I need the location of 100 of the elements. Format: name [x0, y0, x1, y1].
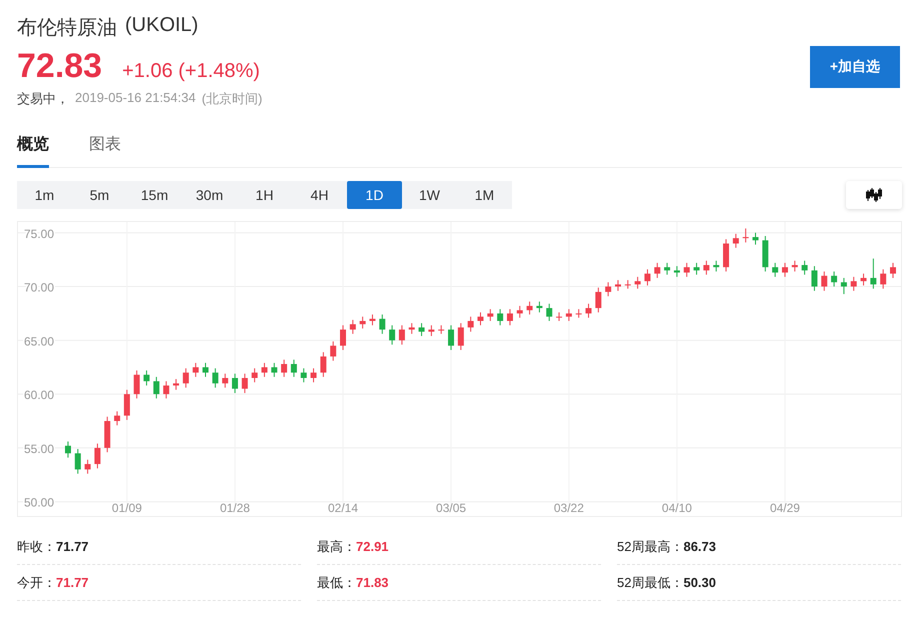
candle — [762, 235, 768, 272]
x-axis-label: 03/05 — [436, 501, 466, 515]
y-axis-label: 70.00 — [24, 280, 54, 295]
candle — [281, 359, 288, 378]
candle — [428, 324, 434, 337]
candle — [586, 303, 592, 318]
candle — [408, 322, 415, 334]
stat-label: 52周最低： — [617, 574, 684, 592]
x-axis-label: 01/28 — [220, 501, 250, 515]
candle — [252, 368, 258, 383]
candle — [369, 314, 376, 326]
candle — [860, 273, 867, 286]
candle — [840, 277, 847, 295]
candle — [242, 373, 248, 394]
stat-value: 71.77 — [56, 575, 89, 590]
candle — [664, 262, 670, 276]
stat-label: 最高： — [317, 538, 356, 556]
period-button[interactable]: 1D — [347, 181, 402, 209]
candle — [290, 359, 297, 378]
candle — [624, 280, 631, 290]
candle — [752, 232, 758, 246]
add-watchlist-button[interactable]: +加自选 — [810, 46, 900, 88]
candle — [310, 368, 317, 383]
x-axis-label: 04/29 — [770, 501, 800, 515]
candle — [782, 262, 788, 278]
candle — [595, 287, 602, 313]
chart-type-button[interactable] — [846, 181, 902, 209]
candle — [458, 322, 464, 351]
candle — [74, 448, 81, 474]
candle — [153, 376, 160, 399]
candle — [713, 260, 720, 272]
candle — [212, 368, 218, 388]
candle — [222, 373, 228, 388]
candlestick-icon — [866, 188, 882, 202]
candle — [742, 228, 749, 243]
candle — [144, 370, 150, 386]
candle — [576, 308, 582, 318]
candle — [694, 262, 700, 276]
candle — [389, 324, 396, 346]
stat-label: 最低： — [317, 574, 356, 592]
candle — [330, 340, 336, 362]
candle — [360, 316, 366, 329]
candle — [350, 319, 356, 334]
candle — [723, 238, 730, 272]
candle — [516, 305, 523, 318]
candle — [379, 314, 386, 334]
tab[interactable]: 概览 — [17, 126, 49, 168]
candle — [850, 276, 857, 292]
stat-value: 50.30 — [683, 575, 716, 590]
candle — [811, 266, 818, 292]
candle — [261, 362, 268, 378]
stat-value: 71.77 — [56, 539, 89, 554]
candle — [831, 270, 838, 288]
candle — [134, 370, 140, 399]
candle — [202, 362, 208, 378]
candle — [792, 260, 798, 272]
candle — [772, 262, 778, 278]
stat-label: 昨收： — [17, 538, 56, 556]
y-axis-label: 75.00 — [24, 226, 54, 241]
candle — [605, 282, 612, 297]
timezone: (北京时间) — [202, 90, 262, 108]
x-axis-label: 04/10 — [662, 501, 692, 515]
candle — [870, 258, 876, 290]
price: 72.83 — [17, 47, 102, 86]
candle — [192, 362, 199, 378]
candle — [163, 380, 170, 399]
candle — [634, 276, 641, 290]
y-axis-label: 50.00 — [24, 496, 54, 510]
candle — [478, 312, 484, 326]
stat-label: 今开： — [17, 574, 56, 592]
stat-label: 52周最高： — [617, 538, 684, 556]
candle — [536, 301, 542, 313]
candle — [104, 416, 110, 453]
tab[interactable]: 图表 — [89, 126, 121, 168]
instrument-symbol: (UKOIL) — [125, 14, 198, 38]
candle — [497, 308, 504, 326]
instrument-name: 布伦特原油 — [17, 16, 117, 41]
candle — [320, 352, 326, 378]
candle — [340, 324, 346, 351]
x-axis-label: 02/14 — [328, 501, 358, 515]
candle — [546, 303, 552, 322]
candle — [468, 316, 474, 332]
candle — [703, 260, 710, 276]
x-axis-label: 03/22 — [554, 501, 584, 515]
x-axis-label: 01/09 — [112, 501, 142, 515]
candle — [566, 308, 572, 322]
candle — [732, 233, 739, 248]
y-axis-label: 55.00 — [24, 442, 54, 456]
candle — [506, 308, 513, 326]
candle — [182, 368, 189, 388]
candle — [173, 378, 180, 390]
candle — [271, 362, 278, 378]
candle — [556, 312, 562, 322]
candle — [448, 324, 454, 351]
trading-status: 交易中， — [17, 90, 69, 108]
candle — [615, 280, 621, 292]
candle — [84, 459, 91, 474]
quote-time: 2019-05-16 21:54:34 — [75, 90, 196, 107]
candle — [124, 389, 130, 420]
candle — [65, 440, 71, 458]
